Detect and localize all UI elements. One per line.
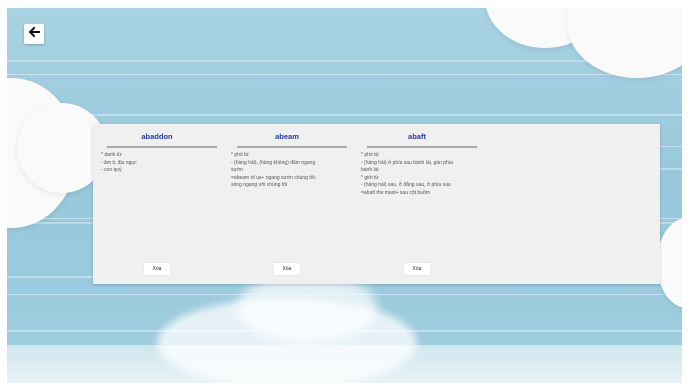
word-title: abaddon [141, 132, 173, 141]
delete-button[interactable]: Xóa [274, 263, 300, 275]
definition-line: sóng ngang với chúng tôi [231, 182, 288, 188]
definition-line: bánh lái [361, 167, 379, 173]
definition-line: - (hàng hải) ở phía sau bánh lái, gần ph… [361, 159, 453, 166]
definition: * phó từ - (hàng hải), (hàng không) đâm … [231, 152, 349, 190]
word-card: abaddon * danh từ - âm ti, địa ngục - co… [95, 124, 219, 284]
definition-line: sườn [231, 167, 243, 173]
word-card: abeam * phó từ - (hàng hải), (hàng không… [225, 124, 349, 284]
definition-line: * phó từ [231, 152, 249, 158]
word-title: abaft [408, 132, 426, 141]
definition-line: * danh từ [101, 152, 122, 158]
arrow-left-icon [28, 25, 40, 43]
definition: * phó từ - (hàng hải) ở phía sau bánh lá… [361, 152, 479, 197]
definition-line: - (hàng hải) sau, ở đằng sau, ở phía sau [361, 182, 451, 188]
word-card: abaft * phó từ - (hàng hải) ở phía sau b… [355, 124, 479, 284]
saved-words-panel: abaddon * danh từ - âm ti, địa ngục - co… [93, 124, 660, 284]
definition-line: =abaft the mast+ sau cột buồm [361, 189, 430, 196]
definition-line: * giới từ [361, 174, 379, 181]
divider [367, 146, 477, 148]
back-button[interactable] [24, 24, 44, 44]
definition-line: - âm ti, địa ngục [101, 159, 137, 166]
delete-button[interactable]: Xóa [144, 263, 170, 275]
delete-button[interactable]: Xóa [404, 263, 430, 275]
definition-line: - con quỷ [101, 167, 122, 173]
divider [237, 146, 347, 148]
definition-line: =abeam of us+ ngang sườn chúng tôi; [231, 174, 317, 181]
definition: * danh từ - âm ti, địa ngục - con quỷ [101, 152, 219, 175]
word-title: abeam [275, 132, 299, 141]
plank-line [7, 74, 682, 75]
definition-line: - (hàng hải), (hàng không) đâm ngang [231, 159, 316, 166]
divider [107, 146, 217, 148]
cloud-top-right-puff [567, 8, 682, 78]
definition-line: * phó từ [361, 152, 379, 158]
